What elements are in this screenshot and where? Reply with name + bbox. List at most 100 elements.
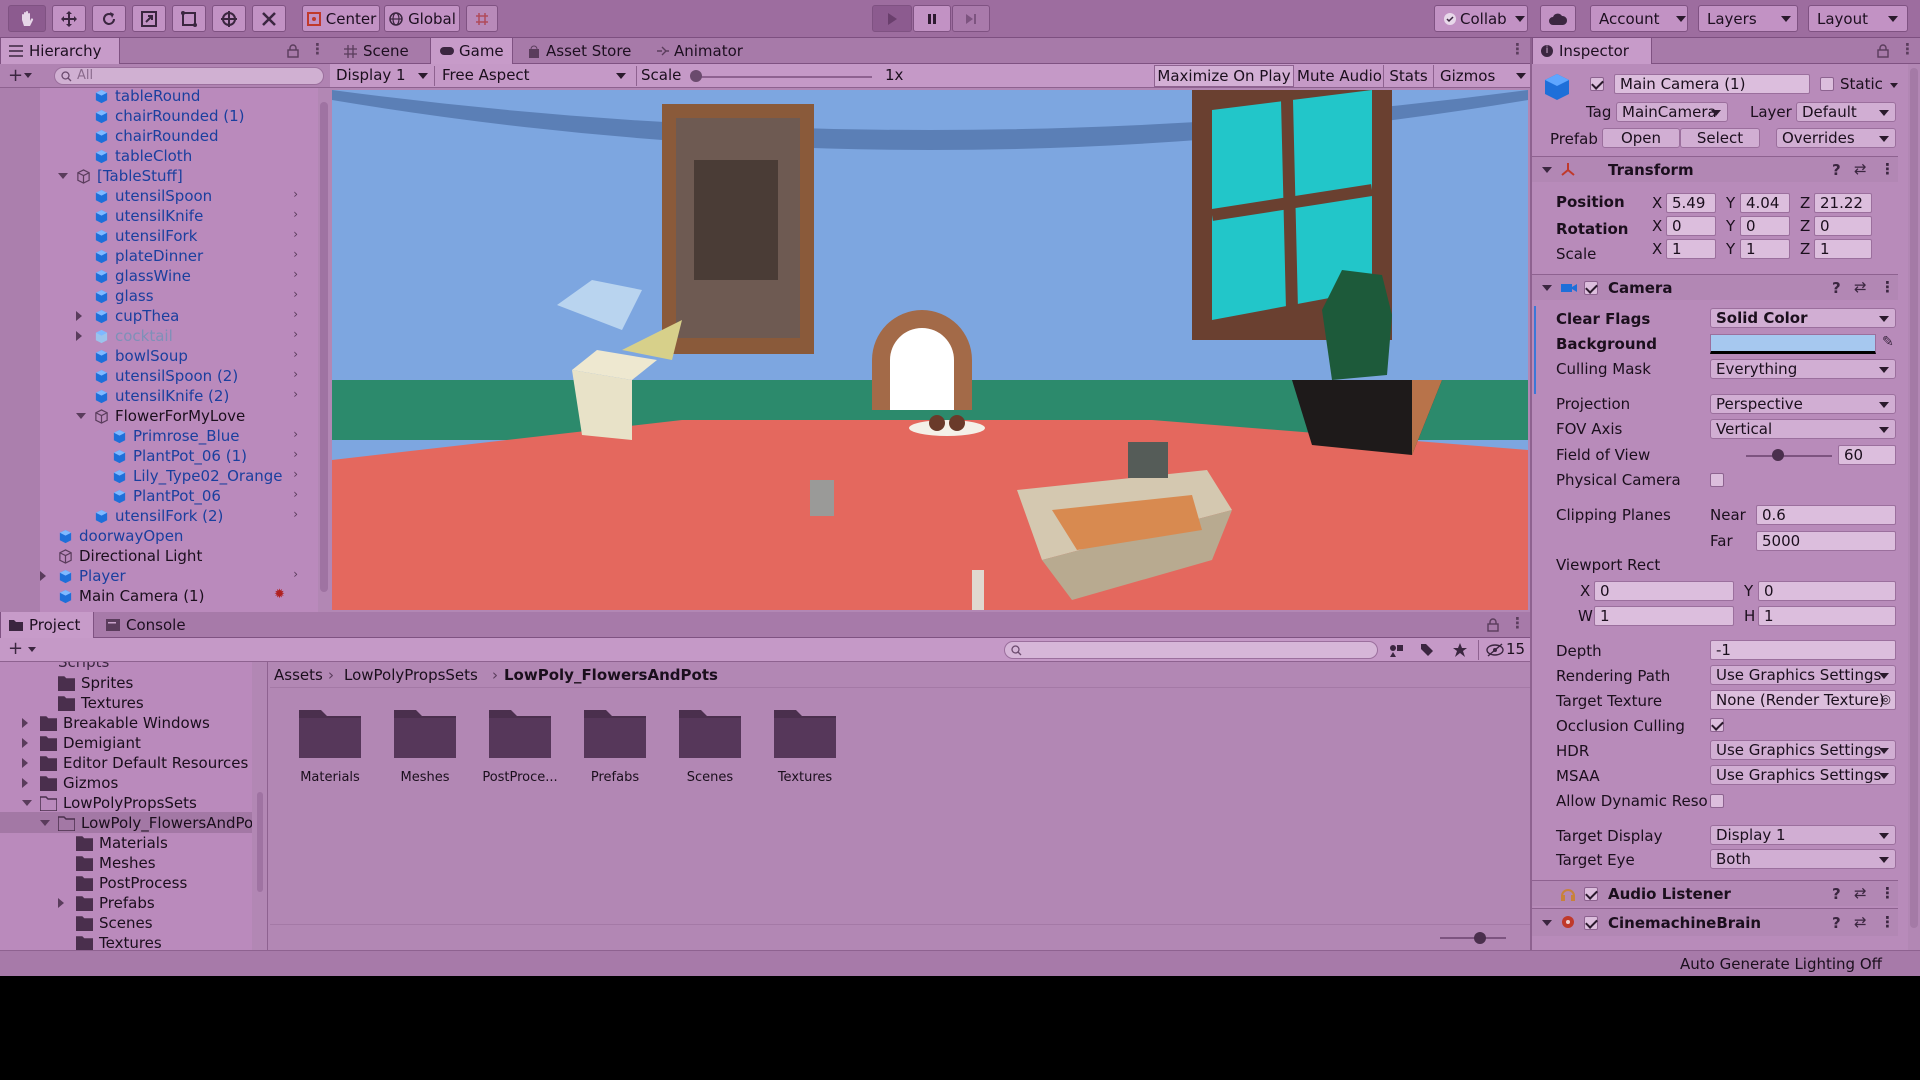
star-icon[interactable] — [1452, 642, 1468, 658]
aspect-dropdown[interactable]: Free Aspect — [436, 66, 636, 86]
enter-prefab-chevron-icon[interactable]: › — [293, 187, 298, 201]
projection-dropdown[interactable]: Perspective — [1710, 394, 1896, 414]
rect-tool-button[interactable] — [172, 5, 206, 32]
tab-asset-store[interactable]: Asset Store — [520, 38, 639, 64]
add-icon[interactable]: + — [8, 65, 23, 86]
object-picker-icon[interactable]: ◎ — [1881, 692, 1891, 706]
asset-folder[interactable]: Prefabs — [575, 704, 655, 785]
more-menu-icon[interactable]: ⋮ — [1510, 40, 1525, 58]
viewport-y-field[interactable]: 0 — [1758, 581, 1896, 601]
hierarchy-item[interactable]: glassWine — [94, 266, 191, 286]
tab-inspector[interactable]: i Inspector — [1532, 38, 1652, 64]
hierarchy-scroll-thumb[interactable] — [320, 102, 328, 592]
hierarchy-item[interactable]: cupThea — [76, 306, 179, 326]
more-menu-icon[interactable]: ⋮ — [1880, 913, 1895, 931]
hand-tool-button[interactable] — [8, 5, 46, 32]
tree-item[interactable]: Prefabs — [58, 893, 155, 913]
enter-prefab-chevron-icon[interactable]: › — [293, 207, 298, 221]
tab-animator[interactable]: Animator — [648, 38, 751, 64]
lock-icon[interactable] — [286, 44, 300, 58]
enter-prefab-chevron-icon[interactable]: › — [293, 267, 298, 281]
inspector-scrollbar[interactable] — [1908, 64, 1920, 950]
stats-toggle[interactable]: Stats — [1384, 65, 1434, 87]
foldout-collapsed-icon[interactable] — [22, 758, 28, 768]
viewport-x-field[interactable]: 0 — [1594, 581, 1734, 601]
layout-dropdown[interactable]: Layout — [1808, 5, 1908, 32]
prefab-select-button[interactable]: Select — [1680, 128, 1760, 148]
hierarchy-scrollbar[interactable] — [318, 88, 330, 612]
rendering-path-dropdown[interactable]: Use Graphics Settings — [1710, 665, 1896, 685]
foldout-icon[interactable] — [1542, 920, 1552, 926]
hierarchy-item[interactable]: utensilFork (2) — [94, 506, 223, 526]
maximize-on-play-toggle[interactable]: Maximize On Play — [1154, 65, 1294, 87]
hierarchy-item[interactable]: PlantPot_06 (1) — [112, 446, 247, 466]
account-dropdown[interactable]: Account — [1590, 5, 1688, 32]
scale-slider-track[interactable] — [692, 76, 872, 78]
hierarchy-item[interactable]: Directional Light — [58, 546, 202, 566]
step-button[interactable] — [952, 5, 990, 32]
hierarchy-item[interactable]: PlantPot_06 — [112, 486, 221, 506]
hidden-eye-icon[interactable] — [1486, 643, 1504, 657]
active-checkbox[interactable] — [1590, 77, 1604, 91]
static-checkbox[interactable] — [1820, 77, 1834, 91]
tree-item[interactable]: Textures — [58, 693, 144, 713]
tree-item[interactable]: Textures — [76, 933, 162, 950]
pivot-center-button[interactable]: Center — [302, 5, 380, 32]
tab-game[interactable]: Game — [430, 38, 513, 64]
cloud-button[interactable] — [1540, 5, 1576, 32]
hierarchy-item[interactable]: utensilSpoon (2) — [94, 366, 238, 386]
scl-y-field[interactable]: 1 — [1740, 239, 1790, 259]
preset-icon[interactable]: ⇄ — [1854, 913, 1867, 931]
preset-icon[interactable]: ⇄ — [1854, 884, 1867, 902]
rot-y-field[interactable]: 0 — [1740, 216, 1790, 236]
physical-camera-checkbox[interactable] — [1710, 473, 1724, 487]
enter-prefab-chevron-icon[interactable]: › — [293, 447, 298, 461]
preset-icon[interactable]: ⇄ — [1854, 160, 1867, 178]
near-field[interactable]: 0.6 — [1756, 505, 1896, 525]
asset-folder[interactable]: Textures — [765, 704, 845, 785]
pos-z-field[interactable]: 21.22 — [1814, 193, 1872, 213]
inspector-scroll-thumb[interactable] — [1910, 68, 1918, 928]
camera-enabled-checkbox[interactable] — [1584, 281, 1598, 295]
tree-item[interactable]: PostProcess — [76, 873, 187, 893]
tag-dropdown[interactable]: MainCamera — [1616, 102, 1728, 122]
lighting-status[interactable]: Auto Generate Lighting Off — [1680, 955, 1882, 973]
scale-slider-thumb[interactable] — [690, 70, 702, 82]
hierarchy-item[interactable]: glass — [94, 286, 154, 306]
scale-tool-button[interactable] — [132, 5, 166, 32]
help-icon[interactable]: ? — [1832, 885, 1841, 903]
layers-dropdown[interactable]: Layers — [1698, 5, 1798, 32]
hierarchy-item[interactable]: cocktail — [76, 326, 173, 346]
hierarchy-item[interactable]: chairRounded — [94, 126, 219, 146]
add-caret-icon[interactable] — [24, 73, 32, 78]
prefab-overrides-dropdown[interactable]: Overrides — [1776, 128, 1896, 148]
foldout-collapsed-icon[interactable] — [22, 718, 28, 728]
icon-size-slider-track[interactable] — [1440, 937, 1506, 939]
foldout-expanded-icon[interactable] — [22, 800, 32, 806]
tab-project[interactable]: Project — [0, 612, 94, 638]
enter-prefab-chevron-icon[interactable]: › — [293, 387, 298, 401]
breadcrumb-assets[interactable]: Assets — [274, 666, 323, 684]
rot-z-field[interactable]: 0 — [1814, 216, 1872, 236]
search-by-type-icon[interactable] — [1388, 643, 1404, 657]
culling-mask-dropdown[interactable]: Everything — [1710, 359, 1896, 379]
more-menu-icon[interactable]: ⋮ — [1880, 278, 1895, 296]
eyedropper-icon[interactable]: ✎ — [1882, 334, 1894, 350]
hierarchy-item[interactable]: tableRound — [94, 88, 200, 106]
msaa-dropdown[interactable]: Use Graphics Settings — [1710, 765, 1896, 785]
move-tool-button[interactable] — [52, 5, 86, 32]
hierarchy-item[interactable]: utensilKnife — [94, 206, 203, 226]
enter-prefab-chevron-icon[interactable]: › — [293, 307, 298, 321]
create-icon[interactable]: + — [8, 638, 23, 659]
help-icon[interactable]: ? — [1832, 279, 1841, 297]
foldout-collapsed-icon[interactable] — [22, 778, 28, 788]
hdr-dropdown[interactable]: Use Graphics Settings — [1710, 740, 1896, 760]
scl-z-field[interactable]: 1 — [1814, 239, 1872, 259]
hierarchy-item[interactable]: utensilFork — [94, 226, 197, 246]
enter-prefab-chevron-icon[interactable]: › — [293, 507, 298, 521]
enter-prefab-chevron-icon[interactable]: › — [293, 227, 298, 241]
foldout-icon[interactable] — [1542, 167, 1552, 173]
enter-prefab-chevron-icon[interactable]: › — [293, 327, 298, 341]
create-caret-icon[interactable] — [28, 647, 36, 652]
preset-icon[interactable]: ⇄ — [1854, 278, 1867, 296]
